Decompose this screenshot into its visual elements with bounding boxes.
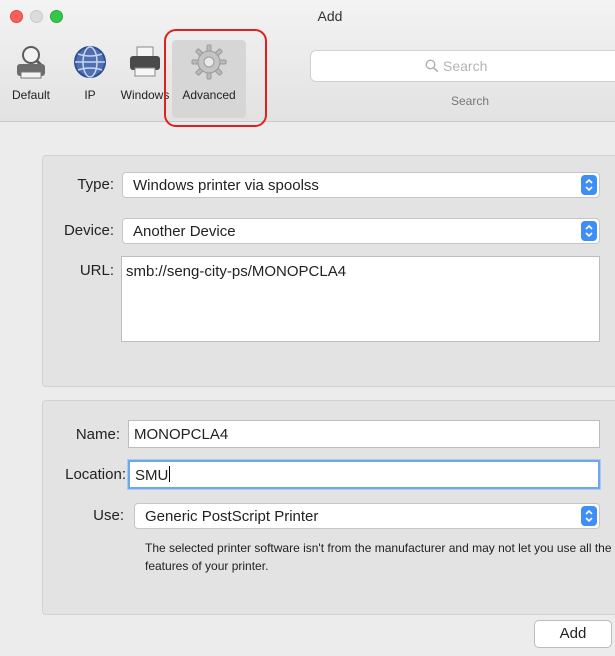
- location-field[interactable]: SMU: [128, 460, 600, 489]
- device-popup[interactable]: Another Device: [122, 218, 600, 244]
- location-text: SMU: [135, 467, 169, 484]
- url-label: URL:: [79, 262, 114, 279]
- default-printer-icon: [17, 46, 45, 79]
- search-icon: [425, 59, 439, 73]
- name-value: MONOPCLA4: [134, 426, 229, 443]
- name-field[interactable]: MONOPCLA4: [128, 420, 600, 448]
- toolbar-default-button[interactable]: Default: [0, 44, 62, 114]
- type-value: Windows printer via spoolss: [133, 177, 319, 194]
- url-field[interactable]: smb://seng-city-ps/MONOPCLA4: [121, 256, 600, 342]
- globe-icon: [74, 46, 106, 78]
- type-popup[interactable]: Windows printer via spoolss: [122, 172, 600, 198]
- toolbar: Add Default IP Windows Advanced Search S…: [0, 0, 615, 122]
- location-value: SMU: [135, 466, 171, 484]
- toolbar-ip-button[interactable]: IP: [70, 44, 110, 114]
- popup-arrows-icon: [581, 221, 597, 241]
- add-printer-window: Add Default IP Windows Advanced Search S…: [0, 0, 615, 656]
- driver-warning-note: The selected printer software isn't from…: [145, 541, 612, 573]
- add-button[interactable]: Add: [534, 620, 612, 648]
- name-label: Name:: [75, 426, 120, 443]
- device-value: Another Device: [133, 223, 236, 240]
- device-label: Device:: [63, 222, 114, 239]
- window-title: Add: [317, 8, 343, 24]
- advanced-highlight-annotation: [164, 29, 267, 127]
- popup-arrows-icon: [581, 175, 597, 195]
- windows-printer-icon: [130, 46, 160, 77]
- search-placeholder: Search: [443, 58, 488, 74]
- use-popup[interactable]: Generic PostScript Printer: [134, 503, 600, 529]
- location-label: Location:: [65, 466, 126, 483]
- toolbar-default-label: Default: [11, 88, 51, 102]
- toolbar-ip-label: IP: [84, 88, 96, 102]
- popup-arrows-icon: [581, 506, 597, 526]
- use-label: Use:: [93, 507, 124, 524]
- url-value: smb://seng-city-ps/MONOPCLA4: [126, 263, 347, 280]
- text-caret: [169, 466, 171, 482]
- search-label: Search: [450, 94, 490, 108]
- use-value: Generic PostScript Printer: [145, 508, 319, 525]
- search-field[interactable]: Search: [310, 50, 615, 82]
- type-label: Type:: [77, 176, 114, 193]
